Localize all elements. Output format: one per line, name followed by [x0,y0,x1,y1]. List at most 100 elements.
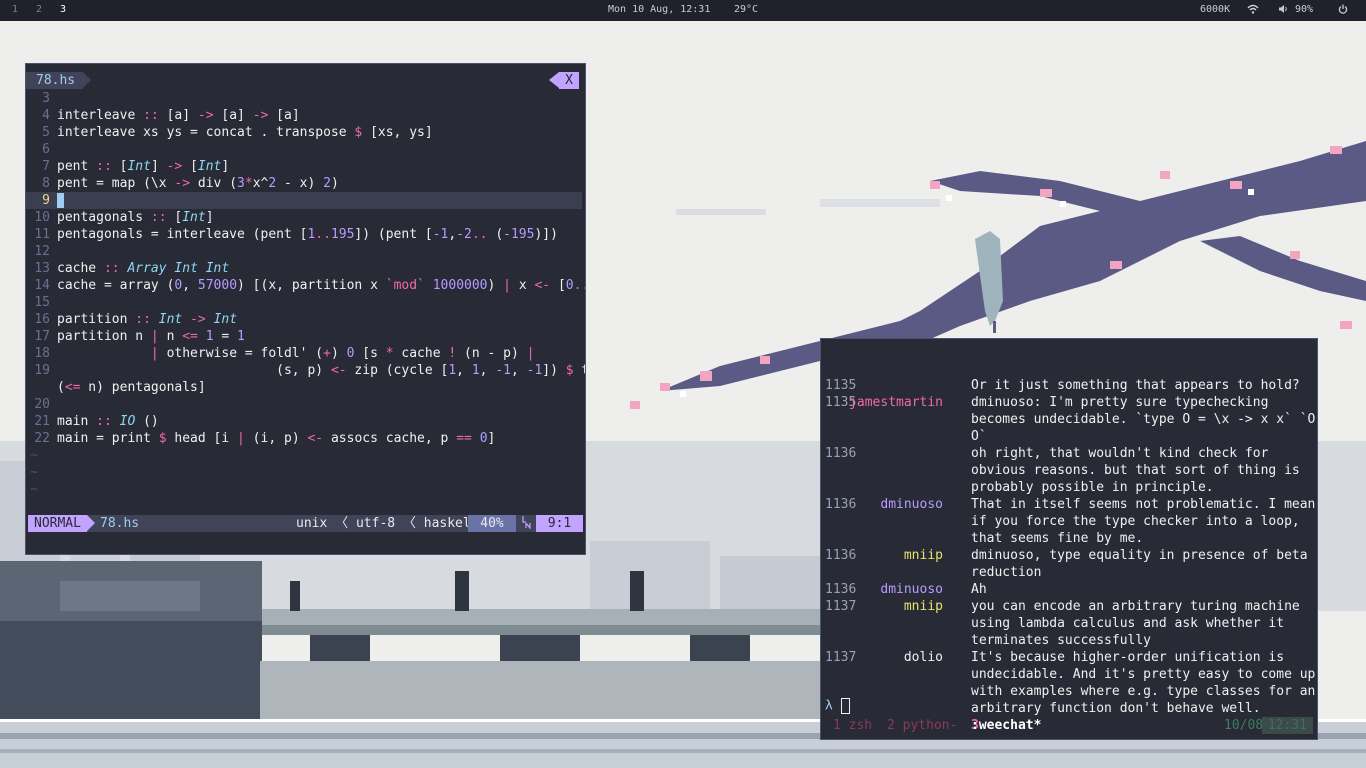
tab-78-hs[interactable]: 78.hs [26,72,92,89]
tmux-status-bar: 1 zsh 2 python- 3:weechat* 10/08 12:31 [821,717,1317,734]
workspace-3[interactable]: 3 [60,4,66,15]
code-text: 2 [323,176,331,191]
volume-level[interactable]: 90% [1295,4,1313,15]
code-line[interactable]: 16 partition :: Int -> Int [26,311,585,328]
empty-line: ~ [26,464,585,481]
prompt-symbol: λ [825,698,833,714]
code-text: | [237,431,245,446]
line-number: 4 [42,108,50,123]
message-nick[interactable]: mniip [904,547,943,564]
line-number: 21 [34,414,50,429]
code-text: <= [182,329,198,344]
tmux-window-1[interactable]: 1 zsh [833,717,872,734]
code-text: == [456,431,472,446]
tilde-marker: ~ [30,482,38,497]
tmux-window-2[interactable]: 2 python- [887,717,957,734]
message-text: That in itself seems not problematic. I … [971,497,1316,546]
code-text: [a] [213,108,253,123]
code-text: ) [487,278,504,293]
code-text: :: [96,414,112,429]
code-text: Array Int Int [127,261,230,276]
code-line[interactable]: 11 pentagonals = interleave (pent [1..195… [26,226,585,243]
code-text: -> [166,159,183,174]
chat-buffer[interactable]: 1135 Or it just something that appears to… [821,377,1317,717]
message-nick[interactable]: dolio [904,649,943,666]
code-text: (n - p) [456,346,527,361]
code-text: ) [330,176,339,191]
code-text: .. [573,278,585,293]
code-line[interactable]: 20 [26,396,585,413]
message-nick[interactable]: mniip [904,598,943,615]
code-text: * [385,346,394,361]
code-text: ( [57,380,65,395]
code-line[interactable]: 3 [26,90,585,107]
code-line[interactable]: 8 pent = map (\x -> div (3*x^2 - x) 2) [26,175,585,192]
code-text: [xs, ys] [362,125,433,140]
message-nick[interactable]: dminuoso [880,581,943,598]
line-number: 12 [34,244,50,259]
code-text: main [57,414,97,429]
code-line[interactable]: 18 | otherwise = foldl' (+) 0 [s * cache… [26,345,585,362]
code-text: Int [158,312,183,327]
code-area[interactable]: 3 4 interleave :: [a] -> [a] -> [a] 5 inte… [26,90,585,498]
code-text: | [503,278,511,293]
line-number: 16 [34,312,50,327]
code-text: ( [487,227,504,242]
code-line[interactable]: 10 pentagonals :: [Int] [26,209,585,226]
code-line[interactable]: 13 cache :: Array Int Int [26,260,585,277]
color-temperature[interactable]: 6000K [1200,4,1230,15]
line-number: 14 [34,278,50,293]
code-text: <= [64,380,81,395]
workspace-2[interactable]: 2 [36,4,42,15]
code-text: cache [57,261,104,276]
cursor-line[interactable]: 9 [26,192,582,209]
power-icon[interactable] [1338,4,1348,17]
close-tab-button[interactable]: X [549,72,579,89]
temperature: 29°C [734,4,759,15]
line-number: 22 [34,431,50,446]
code-text: -> [197,108,214,123]
code-line[interactable]: 7 pent :: [Int] -> [Int] [26,158,585,175]
vim-editor-window[interactable]: 78.hs X 3 4 interleave :: [a] -> [a] -> [… [25,63,586,555]
code-text: `mod` [385,278,425,293]
code-text: -1 [432,227,449,242]
code-line[interactable]: 22 main = print $ head [i | (i, p) <- ass… [26,430,585,447]
line-number: 11 [34,227,50,242]
code-line[interactable]: 4 interleave :: [a] -> [a] -> [a] [26,107,585,124]
input-cursor[interactable] [840,698,850,714]
code-text: :: [103,261,120,276]
code-text: -1 [526,363,543,378]
code-text: 0 [479,431,488,446]
scroll-percent: 40% [468,515,516,532]
code-line[interactable]: 21 main :: IO () [26,413,585,430]
code-line-wrap[interactable]: (<= n) pentagonals] [26,379,585,396]
code-text: partition [57,312,136,327]
code-line[interactable]: 14 cache = array (0, 57000) [(x, partitio… [26,277,585,294]
code-line[interactable]: 5 interleave xs ys = concat . transpose $… [26,124,585,141]
code-text: ) [330,346,347,361]
code-line[interactable]: 17 partition n | n <= 1 = 1 [26,328,585,345]
code-text: ] [150,159,167,174]
workspace-1[interactable]: 1 [12,4,18,15]
code-text: cache [393,346,449,361]
code-line[interactable]: 15 [26,294,585,311]
message-nick[interactable]: jamestmartin [849,394,943,411]
code-line[interactable]: 6 [26,141,585,158]
chat-input-line[interactable]: λ [825,698,850,714]
code-text: | [150,346,159,361]
line-number: 17 [34,329,50,344]
code-text: 1 [471,363,480,378]
message-nick[interactable]: dminuoso [880,496,943,513]
wifi-icon[interactable] [1247,4,1259,17]
weechat-terminal-window[interactable]: 1135 Or it just something that appears to… [820,338,1318,740]
volume-icon[interactable] [1278,4,1288,17]
code-line[interactable]: 19 (s, p) <- zip (cycle [1, 1, -1, -1]) … [26,362,585,379]
text-cursor [57,193,64,208]
code-text: Int [197,159,222,174]
message-time: 1137 [825,599,857,614]
code-text: ] [205,210,214,225]
line-number: 10 [34,210,50,225]
code-line[interactable]: 12 [26,243,585,260]
code-text: main = print [57,431,159,446]
code-text: , [479,363,496,378]
